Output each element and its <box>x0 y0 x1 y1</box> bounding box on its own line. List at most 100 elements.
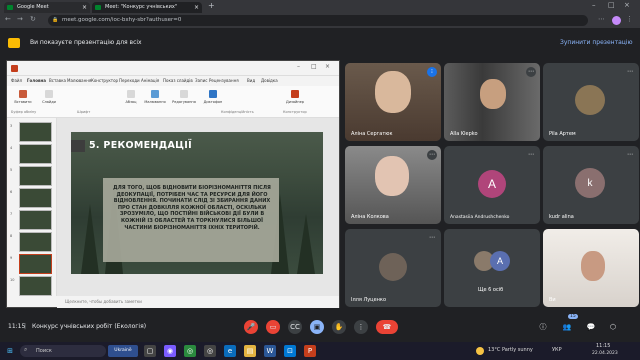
tree-shape <box>81 204 99 274</box>
captions-button[interactable]: CC <box>288 320 302 334</box>
participant-tile[interactable]: k ⋯ kudr alina <box>543 146 639 224</box>
tab-meet-active[interactable]: Meet: "Конкурс учнівських" × <box>92 2 202 13</box>
store-icon[interactable]: ⊡ <box>284 345 296 357</box>
lock-icon: 🔒 <box>52 17 59 23</box>
ribbon-tab-active[interactable]: Головна <box>27 78 46 83</box>
presenting-message: Ви показуєте презентацію для всіх <box>30 39 142 46</box>
more-options-button[interactable]: ⋮ <box>354 320 368 334</box>
notes-pane[interactable]: Щелкните, чтобы добавить заметки <box>57 296 339 308</box>
maximize-icon[interactable]: □ <box>608 1 615 9</box>
taskbar-search[interactable]: ⌕ Поиск <box>20 345 106 357</box>
editing-icon <box>180 90 188 98</box>
close-tab-icon[interactable]: × <box>194 2 199 13</box>
ribbon-tab[interactable]: Переходи <box>119 78 140 83</box>
ribbon-tab[interactable]: Запис <box>195 78 207 83</box>
word-icon[interactable]: W <box>264 345 276 357</box>
chat-icon[interactable]: 💬 <box>584 320 598 334</box>
extensions-icon[interactable]: ⋯ <box>598 15 605 23</box>
close-tab-icon[interactable]: × <box>82 2 87 13</box>
slide-thumbnail[interactable] <box>19 188 52 208</box>
back-icon[interactable]: ← <box>5 15 11 23</box>
camera-toggle-button[interactable]: ▭ <box>266 320 280 334</box>
profile-avatar[interactable] <box>612 16 621 25</box>
language-indicator[interactable]: УКР <box>552 347 562 353</box>
browser-menu-icon[interactable]: ⋮ <box>626 15 633 23</box>
minimize-icon[interactable]: – <box>592 1 596 9</box>
new-tab-icon[interactable]: + <box>208 1 215 10</box>
meet-favicon-icon <box>7 5 13 10</box>
ribbon-tab[interactable]: Показ слайдів <box>163 78 193 83</box>
slide-thumbnail-selected[interactable] <box>19 254 52 274</box>
ukraine-app-button[interactable]: Ukrainë <box>108 345 138 357</box>
people-icon[interactable]: 👥 <box>560 320 574 334</box>
ribbon-tab[interactable]: Вид <box>247 78 255 83</box>
slide-thumbnail[interactable] <box>19 232 52 252</box>
slide-thumbnail[interactable] <box>19 210 52 230</box>
slides-button[interactable]: Слайди <box>37 90 61 104</box>
button-label: Редагування <box>172 100 196 104</box>
maximize-icon[interactable]: □ <box>311 63 317 70</box>
activities-icon[interactable]: ⬡ <box>606 320 620 334</box>
address-bar-row: ← → ↻ 🔒 meet.google.com/ioc-bxhy-sbr?aut… <box>0 13 640 29</box>
present-button[interactable]: ▣ <box>310 320 324 334</box>
ribbon-tab[interactable]: Конструктор <box>91 78 118 83</box>
viber-icon[interactable]: ◉ <box>164 345 176 357</box>
url-text: meet.google.com/ioc-bxhy-sbr?authuser=0 <box>62 17 182 23</box>
drawing-button[interactable]: Малювання <box>143 90 167 104</box>
mic-toggle-button[interactable]: 🎤 <box>244 320 258 334</box>
participant-tile[interactable]: ⋯ Alla Klepko <box>444 63 540 141</box>
slide-thumbnail[interactable] <box>19 166 52 186</box>
powerpoint-window: – □ × Файл Головна Вставка Малювання Кон… <box>6 60 340 308</box>
powerpoint-icon[interactable]: P <box>304 345 316 357</box>
windows-start-icon[interactable]: ⊞ <box>4 345 16 357</box>
participant-tile[interactable]: ⋯ Pila Артем <box>543 63 639 141</box>
close-window-icon[interactable]: × <box>624 1 630 9</box>
participant-tile[interactable]: ⋯ Аліна Колкова <box>345 146 441 224</box>
ribbon-tab[interactable]: Малювання <box>67 78 91 83</box>
stop-presenting-button[interactable]: Зупинити презентацію <box>560 39 633 46</box>
url-field[interactable]: 🔒 meet.google.com/ioc-bxhy-sbr?authuser=… <box>48 15 588 26</box>
dictate-button[interactable]: Диктофон <box>201 90 225 104</box>
clock-time: 11:15 <box>596 343 611 349</box>
participant-tile[interactable]: A ⋯ Anastasiia Andrushchenko <box>444 146 540 224</box>
slide-thumbnail[interactable] <box>19 144 52 164</box>
participant-tile[interactable]: ⋯ Ілля Луценко <box>345 229 441 307</box>
participant-initial-avatar: A <box>490 251 510 271</box>
paragraph-button[interactable]: Абзац <box>119 90 143 104</box>
button-label: Малювання <box>144 100 166 104</box>
paste-button[interactable]: Вставити <box>11 90 35 104</box>
current-slide[interactable]: 5. РЕКОМЕНДАЦІЇ ДЛЯ ТОГО, ЩОБ ВІДНОВИТИ … <box>71 132 323 274</box>
info-icon[interactable]: ⓘ <box>536 320 550 334</box>
slide-number: 8 <box>10 234 13 238</box>
chrome-icon[interactable]: ◎ <box>184 345 196 357</box>
title-accent-bar <box>71 140 85 152</box>
leave-call-button[interactable]: ☎ <box>376 320 398 334</box>
close-icon[interactable]: × <box>325 63 330 70</box>
file-explorer-icon[interactable]: ▤ <box>244 345 256 357</box>
raise-hand-button[interactable]: ✋ <box>332 320 346 334</box>
participant-tile[interactable]: ⁝ Аліна Сергатюк <box>345 63 441 141</box>
tab-google-meet[interactable]: Google Meet × <box>4 2 90 13</box>
ribbon-tab[interactable]: Файл <box>11 78 22 83</box>
reload-icon[interactable]: ↻ <box>30 15 36 23</box>
slide-thumbnail[interactable] <box>19 122 52 142</box>
self-tile[interactable]: Ви <box>543 229 639 307</box>
ribbon-tab[interactable]: Довідка <box>261 78 278 83</box>
tree-shape <box>297 214 315 274</box>
slide-number: 4 <box>10 146 13 150</box>
button-label: Дизайнер <box>286 100 304 104</box>
ribbon-tab[interactable]: Вставка <box>49 78 66 83</box>
editing-button[interactable]: Редагування <box>169 90 199 104</box>
edge-icon[interactable]: e <box>224 345 236 357</box>
minimize-icon[interactable]: – <box>297 63 300 70</box>
slide-thumbnail[interactable] <box>19 276 52 296</box>
slide-number: 9 <box>10 256 13 260</box>
task-view-icon[interactable]: ▢ <box>144 345 156 357</box>
ribbon-tab[interactable]: Анімація <box>141 78 159 83</box>
chrome-icon[interactable]: ◎ <box>204 345 216 357</box>
forward-icon[interactable]: → <box>17 15 23 23</box>
ribbon-tab[interactable]: Рецензування <box>209 78 239 83</box>
participant-tile-more[interactable]: A Ще 6 осіб <box>444 229 540 307</box>
slides-icon <box>45 90 53 98</box>
designer-button[interactable]: Дизайнер <box>283 90 307 104</box>
